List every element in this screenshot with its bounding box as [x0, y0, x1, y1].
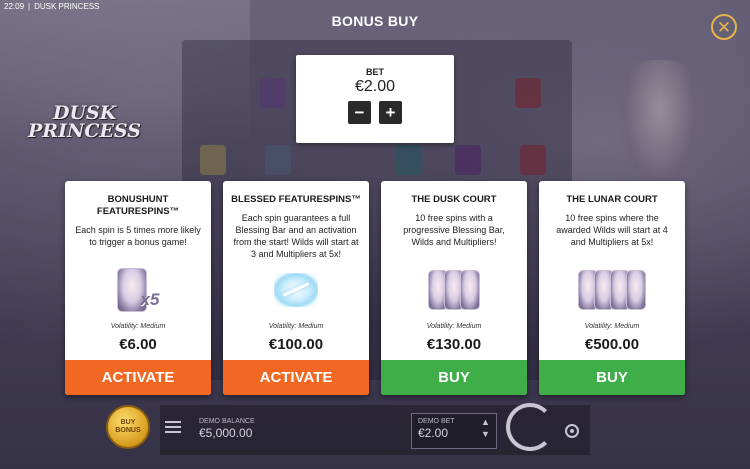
bet-arrows[interactable]: ▲ ▼: [481, 416, 490, 440]
status-app-name: DUSK PRINCESS: [34, 2, 100, 11]
chevron-up-icon[interactable]: ▲: [481, 416, 490, 428]
bonus-card-lunar-court: THE LUNAR COURT 10 free spins where the …: [539, 181, 685, 395]
card-description: 10 free spins with a progressive Blessin…: [403, 213, 505, 247]
bonus-card-dusk-court: THE DUSK COURT 10 free spins with a prog…: [381, 181, 527, 395]
card-price: €500.00: [584, 336, 640, 353]
demo-bet-value: €2.00: [418, 426, 449, 440]
bonus-card-blessed: BLESSED FEATURESPINS™ Each spin guarante…: [223, 181, 369, 395]
autoplay-icon[interactable]: [565, 424, 579, 438]
portrait-stack: [578, 270, 646, 310]
princess-portrait: [626, 270, 646, 310]
princess-x5-icon: x5: [65, 265, 211, 315]
increase-bet-button[interactable]: +: [379, 101, 402, 124]
multiplier-text: x5: [140, 290, 160, 309]
spin-button[interactable]: [506, 403, 554, 451]
card-price: €130.00: [426, 336, 482, 353]
portrait-stack: [428, 270, 480, 310]
page-title: BONUS BUY: [331, 13, 419, 29]
card-price: €100.00: [268, 336, 324, 353]
bet-value: €2.00: [354, 78, 396, 95]
menu-icon[interactable]: [165, 421, 181, 435]
status-separator: |: [28, 2, 31, 11]
card-description: Each spin is 5 times more likely to trig…: [75, 225, 201, 247]
three-princesses-icon: [381, 265, 527, 315]
card-volatility: Volatility: Medium: [426, 323, 482, 330]
decrease-bet-button[interactable]: −: [348, 101, 371, 124]
card-volatility: Volatility: Medium: [268, 323, 324, 330]
bet-label: BET: [366, 67, 384, 77]
magic-wand-icon: [223, 265, 369, 315]
chevron-down-icon[interactable]: ▼: [481, 428, 490, 440]
activate-button[interactable]: ACTIVATE: [65, 360, 211, 395]
card-title: BLESSED FEATURESPINS™: [231, 194, 361, 205]
buy-button[interactable]: BUY: [381, 360, 527, 395]
card-description: 10 free spins where the awarded Wilds wi…: [556, 213, 668, 247]
card-description: Each spin guarantees a full Blessing Bar…: [233, 213, 359, 259]
buy-bonus-button[interactable]: BUY BONUS: [106, 405, 150, 449]
demo-balance: DEMO BALANCE €5,000.00: [199, 418, 255, 440]
close-icon: ✕: [716, 17, 732, 37]
activate-button[interactable]: ACTIVATE: [223, 360, 369, 395]
card-title: THE DUSK COURT: [411, 194, 497, 205]
demo-balance-label: DEMO BALANCE: [199, 418, 255, 425]
close-button[interactable]: ✕: [711, 14, 737, 40]
card-title: BONUSHUNT FEATURESPINS™: [96, 194, 180, 217]
princess-portrait: [460, 270, 480, 310]
bet-panel: BET €2.00 − +: [296, 55, 454, 143]
status-time: 22:09: [4, 2, 25, 11]
demo-balance-value: €5,000.00: [199, 426, 253, 440]
demo-bet-label: DEMO BET: [418, 418, 455, 425]
bonus-card-bonushunt: BONUSHUNT FEATURESPINS™ Each spin is 5 t…: [65, 181, 211, 395]
wand-shape: [274, 273, 318, 307]
bet-controls: − +: [296, 101, 454, 124]
four-princesses-icon: [539, 265, 685, 315]
game-logo: DUSK PRINCESS: [28, 104, 158, 154]
status-bar: 22:09 | DUSK PRINCESS: [0, 0, 300, 14]
logo-line-2: PRINCESS: [28, 120, 141, 142]
card-volatility: Volatility: Medium: [110, 323, 166, 330]
card-price: €6.00: [119, 336, 157, 353]
card-volatility: Volatility: Medium: [584, 323, 640, 330]
buy-button[interactable]: BUY: [539, 360, 685, 395]
card-title: THE LUNAR COURT: [566, 194, 658, 205]
